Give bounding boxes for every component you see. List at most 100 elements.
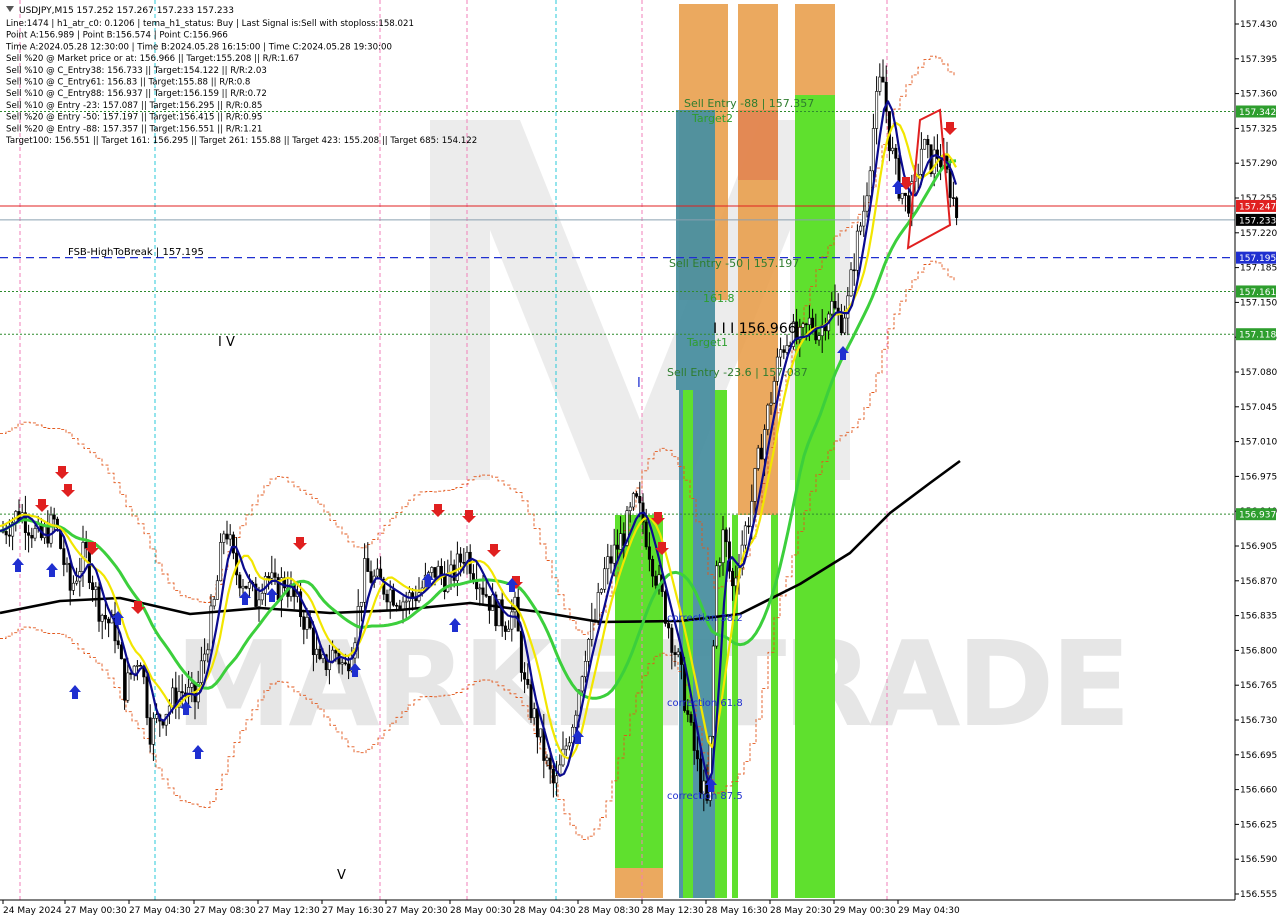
- candle-body: [340, 662, 344, 665]
- candle-body: [686, 710, 690, 715]
- price-tick-label: 157.290: [1240, 159, 1277, 169]
- zone-3: [615, 868, 663, 898]
- candle-body: [190, 683, 194, 688]
- price-tick-label: 157.430: [1240, 20, 1277, 30]
- candle-body: [926, 139, 930, 146]
- candle-body: [398, 605, 402, 610]
- candle-body: [171, 687, 175, 707]
- time-tick-label: 27 May 04:30: [129, 906, 191, 916]
- candle-body: [52, 514, 56, 520]
- candle-body: [238, 574, 242, 589]
- candle-body: [519, 630, 523, 673]
- zone-2: [795, 4, 835, 95]
- candle-body: [391, 589, 395, 606]
- candle-body: [75, 580, 79, 584]
- info-line: Sell %10 @ C_Entry88: 156.937 || Target:…: [6, 89, 267, 99]
- candle-body: [135, 665, 139, 667]
- candle-body: [881, 76, 885, 83]
- candle-body: [123, 658, 127, 701]
- candle-body: [871, 128, 875, 172]
- candle-body: [359, 601, 363, 607]
- candle-body: [532, 708, 536, 719]
- candle-body: [145, 676, 149, 719]
- price-tick-label: 157.395: [1240, 55, 1277, 65]
- candle-body: [503, 625, 507, 632]
- price-tick-label: 157.010: [1240, 438, 1277, 448]
- candle-body: [219, 542, 223, 582]
- annotation-label: Sell Entry -88 | 157.357: [684, 97, 814, 110]
- candle-body: [369, 571, 373, 583]
- candle-body: [900, 192, 904, 199]
- candle-body: [206, 649, 210, 655]
- price-tag-label: 156.937: [1239, 511, 1276, 521]
- candle-body: [865, 195, 869, 212]
- candle-body: [222, 533, 226, 543]
- candle-body: [670, 627, 674, 653]
- candle-body: [430, 567, 434, 573]
- candle-body: [849, 269, 853, 297]
- annotation-label: I V: [218, 335, 235, 350]
- candle-body: [155, 714, 159, 719]
- time-tick-label: 24 May 2024: [3, 906, 62, 916]
- price-tick-label: 157.185: [1240, 264, 1277, 274]
- price-tick-label: 156.555: [1240, 890, 1277, 900]
- candle-body: [763, 429, 767, 460]
- price-tick-label: 157.150: [1240, 298, 1277, 308]
- time-tick-label: 27 May 08:30: [194, 906, 256, 916]
- time-tick-label: 29 May 00:30: [834, 906, 896, 916]
- candle-body: [551, 768, 555, 784]
- zone-12: [738, 110, 778, 180]
- candle-body: [404, 600, 408, 603]
- annotation-label: V: [337, 868, 346, 883]
- annotation-label: correction 38.2: [667, 613, 743, 624]
- candle-body: [779, 349, 783, 358]
- candle-body: [756, 447, 760, 469]
- candle-body: [555, 775, 559, 784]
- annotation-label: correction 87.5: [667, 791, 743, 802]
- candle-body: [33, 528, 37, 539]
- price-tag-label: 157.118: [1239, 331, 1276, 341]
- candle-body: [830, 301, 834, 315]
- candle-body: [247, 582, 251, 589]
- annotation-label: Target1: [686, 336, 728, 349]
- price-tick-label: 156.870: [1240, 577, 1277, 587]
- candle-body: [327, 662, 331, 671]
- candle-body: [548, 757, 552, 770]
- price-tick-label: 157.080: [1240, 368, 1277, 378]
- candle-body: [535, 708, 539, 738]
- price-chart[interactable]: MARKETTRADE FSB-HighToBreak | 157.195Sel…: [0, 0, 1280, 920]
- info-line: Point A:156.989 | Point B:156.574 | Poin…: [6, 31, 228, 41]
- candle-body: [878, 76, 882, 92]
- candle-body: [804, 323, 808, 326]
- time-axis[interactable]: 24 May 2024 27 May 00:30 27 May 04:30 27 Ma…: [2, 900, 960, 916]
- candle-body: [103, 615, 107, 620]
- candle-body: [388, 589, 392, 603]
- candle-body: [615, 544, 619, 550]
- candle-body: [855, 230, 859, 271]
- candle-body: [699, 758, 703, 795]
- candle-body: [30, 535, 34, 539]
- candle-body: [590, 619, 594, 640]
- candle-body: [491, 594, 495, 611]
- info-line: Sell %20 @ Entry -50: 157.197 || Target:…: [6, 113, 262, 123]
- candle-body: [673, 652, 677, 655]
- zone-11: [795, 95, 835, 898]
- chart-container[interactable]: MARKETTRADE FSB-HighToBreak | 157.195Sel…: [0, 0, 1280, 920]
- candle-body: [363, 558, 367, 603]
- time-tick-label: 28 May 12:30: [642, 906, 704, 916]
- candle-body: [100, 615, 104, 622]
- candle-body: [635, 493, 639, 497]
- candle-body: [257, 599, 261, 607]
- candle-body: [260, 592, 264, 601]
- candle-body: [151, 718, 155, 745]
- candle-body: [231, 534, 235, 554]
- price-axis[interactable]: 157.430 157.395 157.360 157.325 157.290 157.2…: [1235, 20, 1277, 900]
- candle-body: [606, 556, 610, 570]
- candle-body: [596, 592, 600, 621]
- annotation-label: 161.8: [703, 292, 735, 305]
- candle-body: [769, 402, 773, 406]
- candle-body: [628, 506, 632, 511]
- candle-body: [801, 323, 805, 328]
- time-tick-label: 28 May 20:30: [770, 906, 832, 916]
- time-tick-label: 28 May 00:30: [450, 906, 512, 916]
